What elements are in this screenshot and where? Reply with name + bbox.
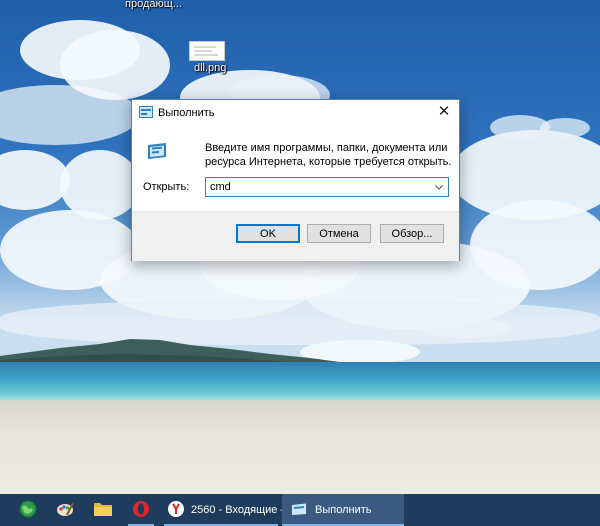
desktop-icon-label[interactable]: продающ... xyxy=(125,0,182,10)
open-input[interactable]: cmd xyxy=(210,181,231,193)
run-icon xyxy=(291,502,307,519)
browse-button[interactable]: Обзор... xyxy=(380,224,444,243)
taskbar-paint-app[interactable] xyxy=(55,494,75,526)
folder-icon xyxy=(93,500,113,521)
taskbar-item-label: Выполнить xyxy=(315,504,372,516)
yandex-icon xyxy=(167,500,185,521)
taskbar: 2560 - Входящие —... Выполнить xyxy=(0,494,600,526)
close-icon: ✕ xyxy=(437,103,451,120)
opera-icon xyxy=(131,499,151,522)
dialog-footer: OK Отмена Обзор... xyxy=(132,211,459,261)
dialog-description: Введите имя программы, папки, документа … xyxy=(205,142,452,168)
run-icon xyxy=(139,106,153,121)
desktop-icon-label[interactable]: dll.png xyxy=(194,62,226,74)
taskbar-file-explorer[interactable] xyxy=(93,494,113,526)
cancel-button[interactable]: Отмена xyxy=(307,224,371,243)
sea xyxy=(0,362,600,402)
taskbar-start-button[interactable] xyxy=(18,494,38,526)
chevron-down-icon[interactable] xyxy=(432,179,446,195)
run-program-icon xyxy=(146,140,168,165)
paint-palette-icon xyxy=(55,499,75,522)
beach-sand xyxy=(0,400,600,494)
open-combobox[interactable]: cmd xyxy=(205,177,449,197)
open-label: Открыть: xyxy=(143,181,190,193)
taskbar-run-dialog[interactable]: Выполнить xyxy=(282,494,404,526)
image-file-icon[interactable] xyxy=(189,41,225,61)
close-button[interactable]: ✕ xyxy=(429,100,459,122)
run-dialog: Выполнить ✕ Введите имя программы, папки… xyxy=(131,99,460,261)
dialog-title: Выполнить xyxy=(158,107,215,119)
taskbar-opera-browser[interactable] xyxy=(131,494,151,526)
taskbar-yandex-browser[interactable]: 2560 - Входящие —... xyxy=(167,494,301,526)
globe-icon xyxy=(18,499,38,522)
dialog-titlebar[interactable]: Выполнить ✕ xyxy=(132,100,459,126)
ok-button[interactable]: OK xyxy=(236,224,300,243)
